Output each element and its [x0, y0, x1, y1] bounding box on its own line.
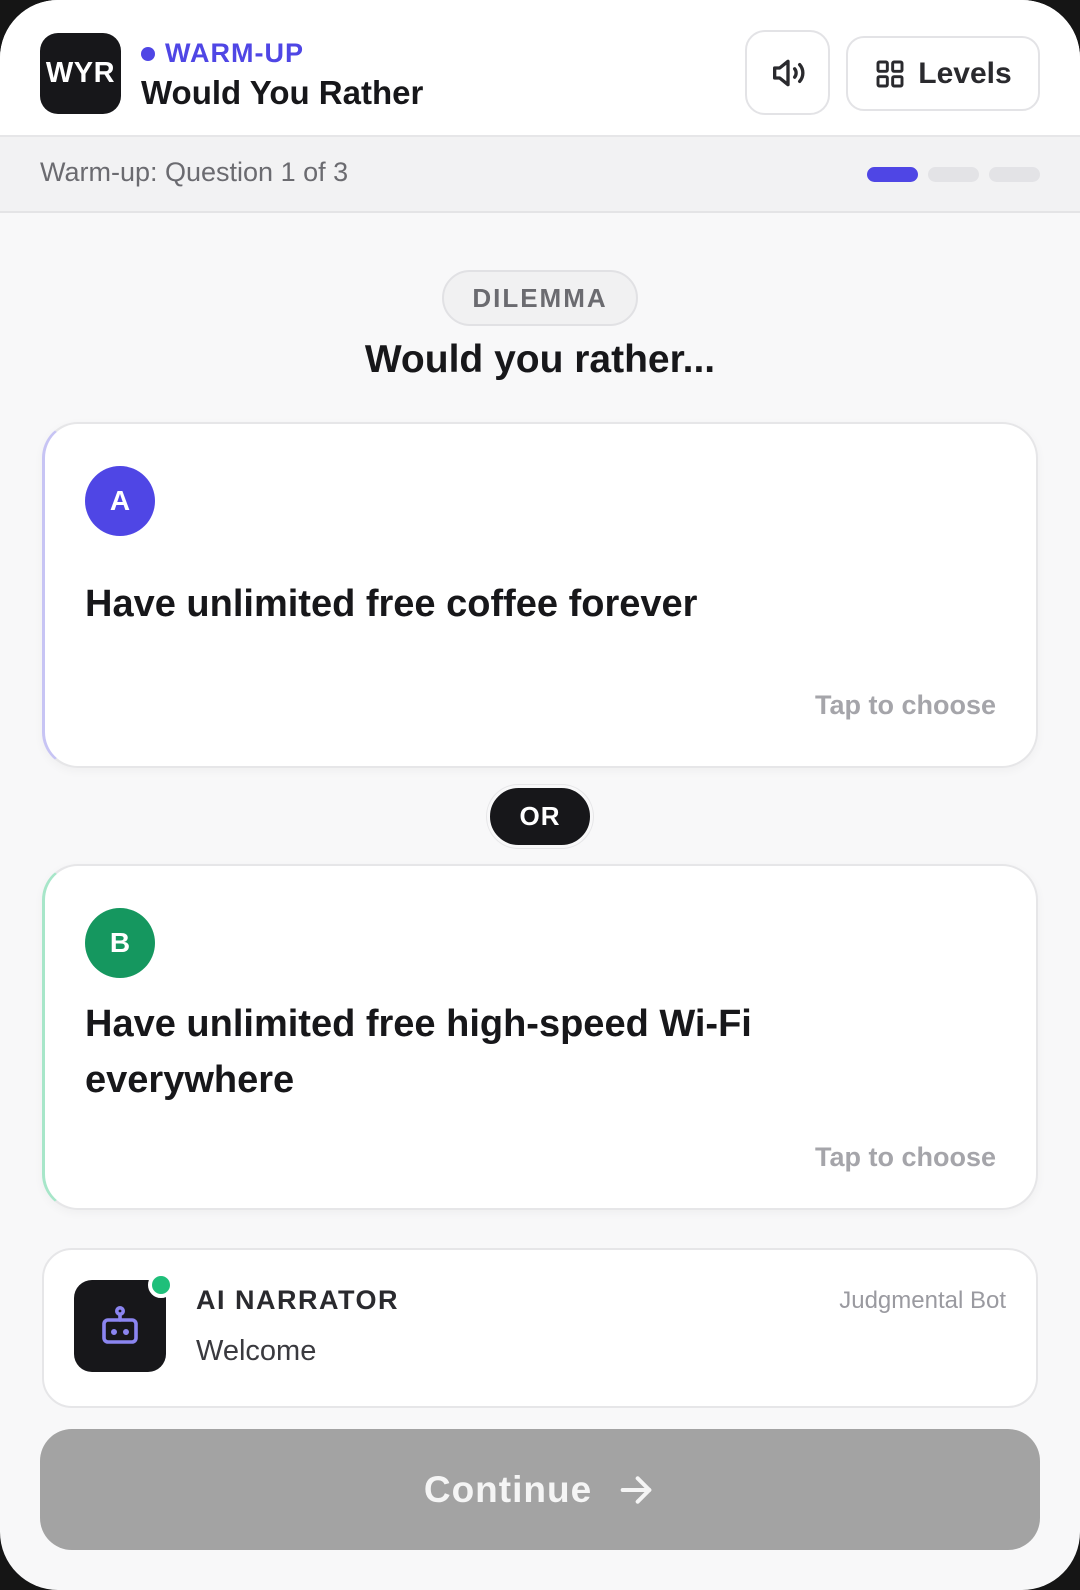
progress-pip-1: [867, 167, 918, 182]
or-divider: OR: [487, 785, 593, 848]
stage-dot-icon: [141, 46, 155, 61]
continue-button[interactable]: Continue: [40, 1429, 1040, 1550]
option-b-text: Have unlimited free high-speed Wi-Fi eve…: [85, 1003, 752, 1101]
app-logo: WYR: [40, 33, 121, 114]
app-header: WYR WARM-UP Would You Rather Levels: [0, 0, 1080, 137]
narrator-panel: AI NARRATOR Judgmental Bot Welcome: [42, 1248, 1038, 1408]
option-a-card[interactable]: A Have unlimited free coffee forever Tap…: [42, 422, 1038, 768]
option-b-card[interactable]: B Have unlimited free high-speed Wi-Fi e…: [42, 864, 1038, 1210]
levels-button[interactable]: Levels: [846, 36, 1040, 111]
stage-indicator: WARM-UP: [141, 38, 304, 69]
option-b-hint: Tap to choose: [814, 1142, 996, 1172]
online-status-dot: [148, 1272, 174, 1298]
continue-label: Continue: [423, 1468, 593, 1510]
sound-button[interactable]: [745, 30, 830, 115]
question-heading: Would you rather...: [364, 338, 716, 381]
arrow-right-icon: [620, 1475, 652, 1504]
narrator-message: Welcome: [196, 1335, 317, 1367]
levels-label: Levels: [918, 56, 1012, 90]
progress-pips: [867, 167, 1040, 182]
grid-icon: [876, 60, 904, 87]
progress-bar: Warm-up: Question 1 of 3: [0, 137, 1080, 213]
narrator-title: AI NARRATOR: [196, 1285, 399, 1315]
app-title: Would You Rather: [141, 74, 424, 111]
option-a-hint: Tap to choose: [814, 690, 996, 720]
progress-pip-3: [989, 167, 1040, 182]
dilemma-badge: DILEMMA: [442, 270, 638, 326]
stage-label: WARM-UP: [165, 38, 304, 68]
option-a-letter: A: [85, 466, 155, 536]
logo-text: WYR: [45, 57, 116, 89]
app-screen: WYR WARM-UP Would You Rather Levels Warm…: [0, 0, 1080, 1590]
progress-pip-2: [928, 167, 979, 182]
option-a-text: Have unlimited free coffee forever: [85, 583, 698, 625]
option-b-letter: B: [85, 908, 155, 978]
progress-text: Warm-up: Question 1 of 3: [40, 157, 349, 187]
speaker-icon: [772, 59, 804, 86]
narrator-persona: Judgmental Bot: [839, 1287, 1006, 1314]
robot-icon: [102, 1306, 138, 1344]
